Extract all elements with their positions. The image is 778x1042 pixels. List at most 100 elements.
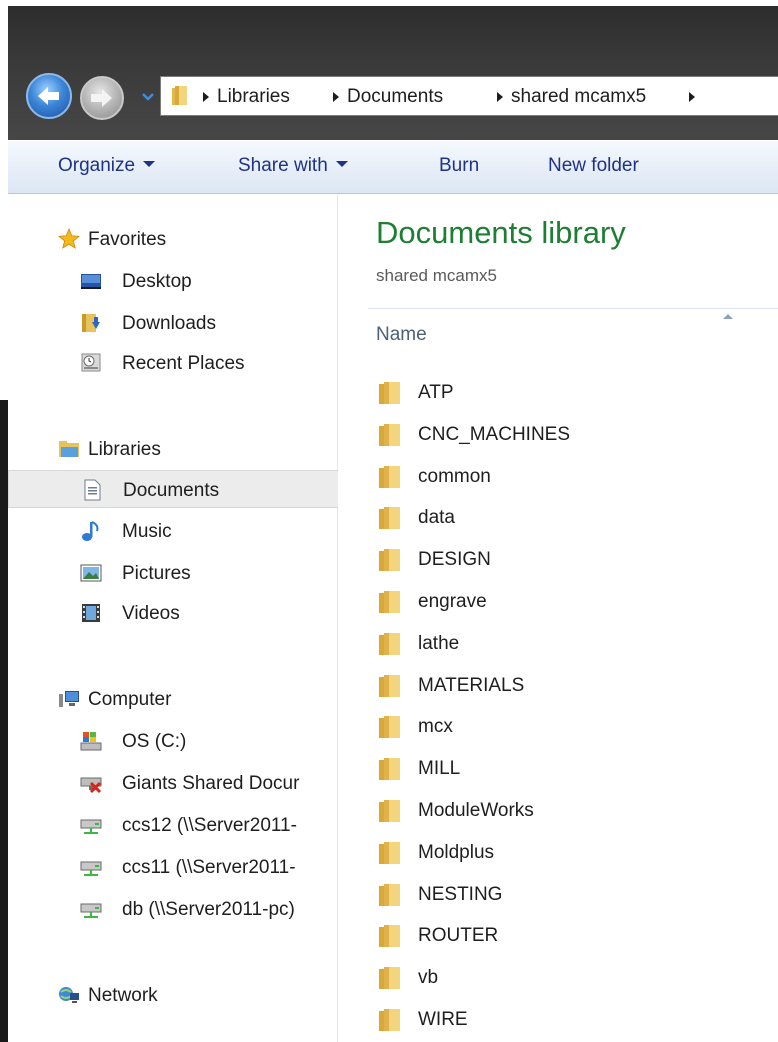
nav-item-db[interactable]: db (\\Server2011-pc) [8, 890, 338, 928]
nav-item-downloads[interactable]: Downloads [8, 304, 338, 342]
dropdown-arrow-icon [335, 160, 348, 167]
nav-item-recent-places[interactable]: Recent Places [8, 344, 338, 382]
nav-item-label: ccs12 (\\Server2011- [122, 815, 297, 836]
file-row[interactable]: ATP [376, 374, 776, 414]
breadcrumb-separator-icon[interactable] [689, 92, 695, 102]
share-with-button[interactable]: Share with [238, 155, 348, 177]
dropdown-arrow-icon [143, 160, 156, 167]
file-name: ROUTER [418, 925, 499, 946]
breadcrumb-shared-mcamx5[interactable]: shared mcamx5 [511, 86, 646, 108]
folder-icon [379, 716, 400, 738]
folder-icon [379, 758, 400, 780]
file-row[interactable]: Moldplus [376, 834, 776, 874]
file-name: lathe [418, 633, 460, 654]
forward-button[interactable] [80, 76, 124, 120]
file-name: MILL [418, 758, 461, 779]
videos-icon [82, 604, 100, 622]
folder-icon [379, 633, 400, 655]
back-button[interactable] [26, 73, 72, 119]
file-row[interactable]: common [376, 458, 776, 498]
folder-icon [379, 507, 400, 529]
file-row[interactable]: mcx [376, 708, 776, 748]
back-arrow-icon [38, 87, 59, 105]
nav-item-os-drive[interactable]: OS (C:) [8, 722, 338, 760]
file-name: CNC_MACHINES [418, 424, 571, 445]
nav-item-desktop[interactable]: Desktop [8, 262, 338, 300]
folder-icon [379, 884, 400, 906]
nav-item-documents[interactable]: Documents [8, 470, 338, 508]
folder-icon [379, 382, 400, 404]
file-name: NESTING [418, 884, 503, 905]
file-name: MATERIALS [418, 675, 525, 696]
command-bar: Organize Share with Burn New folder [8, 140, 778, 194]
file-row[interactable]: CNC_MACHINES [376, 416, 776, 456]
window-frame [0, 0, 778, 140]
disconnected-drive-icon [80, 777, 102, 794]
burn-button[interactable]: Burn [439, 155, 479, 177]
nav-libraries[interactable]: Libraries [8, 430, 338, 468]
column-header-name[interactable]: Name [376, 324, 427, 346]
file-row[interactable]: NESTING [376, 876, 776, 916]
organize-button[interactable]: Organize [58, 155, 156, 177]
pictures-icon [80, 564, 102, 582]
nav-item-giants-shared[interactable]: Giants Shared Docur [8, 764, 338, 802]
library-subtitle: shared mcamx5 [376, 266, 497, 285]
recent-pages-button[interactable] [140, 88, 156, 104]
file-row[interactable]: DESIGN [376, 541, 776, 581]
file-row[interactable]: MILL [376, 750, 776, 790]
nav-item-pictures[interactable]: Pictures [8, 554, 338, 592]
breadcrumb-separator-icon[interactable] [497, 92, 503, 102]
folder-icon [379, 967, 400, 989]
libraries-icon [59, 441, 79, 457]
organize-label: Organize [58, 155, 136, 176]
forward-arrow-icon [91, 89, 112, 107]
folder-icon [379, 1009, 400, 1031]
nav-item-label: db (\\Server2011-pc) [122, 899, 295, 920]
network-drive-icon [80, 819, 102, 834]
header-divider [368, 308, 778, 309]
nav-item-label: Downloads [122, 313, 216, 334]
nav-computer-label: Computer [88, 689, 172, 710]
nav-item-videos[interactable]: Videos [8, 594, 338, 632]
nav-favorites[interactable]: Favorites [8, 220, 338, 258]
star-icon [58, 228, 80, 249]
sort-ascending-icon [723, 314, 733, 319]
window-edge [0, 400, 8, 1042]
nav-item-music[interactable]: Music [8, 512, 338, 550]
file-row[interactable]: data [376, 499, 776, 539]
breadcrumb-documents[interactable]: Documents [347, 86, 443, 108]
nav-item-ccs12[interactable]: ccs12 (\\Server2011- [8, 806, 338, 844]
file-name: vb [418, 967, 439, 988]
file-row[interactable]: ModuleWorks [376, 792, 776, 832]
new-folder-button[interactable]: New folder [548, 155, 639, 177]
file-row[interactable]: vb [376, 959, 776, 999]
file-name: WIRE [418, 1009, 468, 1030]
file-name: engrave [418, 591, 487, 612]
folder-icon [379, 424, 400, 446]
breadcrumb-libraries[interactable]: Libraries [217, 86, 290, 108]
file-row[interactable]: ROUTER [376, 917, 776, 957]
file-row[interactable]: engrave [376, 583, 776, 623]
desktop-icon [81, 274, 101, 289]
address-bar[interactable]: Libraries Documents shared mcamx5 [160, 76, 778, 116]
folder-icon [379, 800, 400, 822]
nav-item-label: Videos [122, 603, 180, 624]
nav-item-label: Desktop [122, 271, 192, 292]
nav-network[interactable]: Network [8, 976, 338, 1014]
breadcrumb-separator-icon[interactable] [203, 92, 209, 102]
nav-favorites-label: Favorites [88, 229, 167, 250]
network-icon [59, 987, 79, 1003]
folder-icon [379, 549, 400, 571]
downloads-icon [82, 314, 100, 332]
file-row[interactable]: lathe [376, 625, 776, 665]
file-name: ATP [418, 382, 454, 403]
file-row[interactable]: WIRE [376, 1001, 776, 1041]
breadcrumb-separator-icon[interactable] [333, 92, 339, 102]
nav-item-ccs11[interactable]: ccs11 (\\Server2011- [8, 848, 338, 886]
network-drive-icon [80, 861, 102, 876]
nav-libraries-label: Libraries [88, 439, 161, 460]
file-row[interactable]: MATERIALS [376, 667, 776, 707]
file-name: mcx [418, 716, 453, 737]
nav-computer[interactable]: Computer [8, 680, 338, 718]
computer-icon [59, 691, 79, 707]
